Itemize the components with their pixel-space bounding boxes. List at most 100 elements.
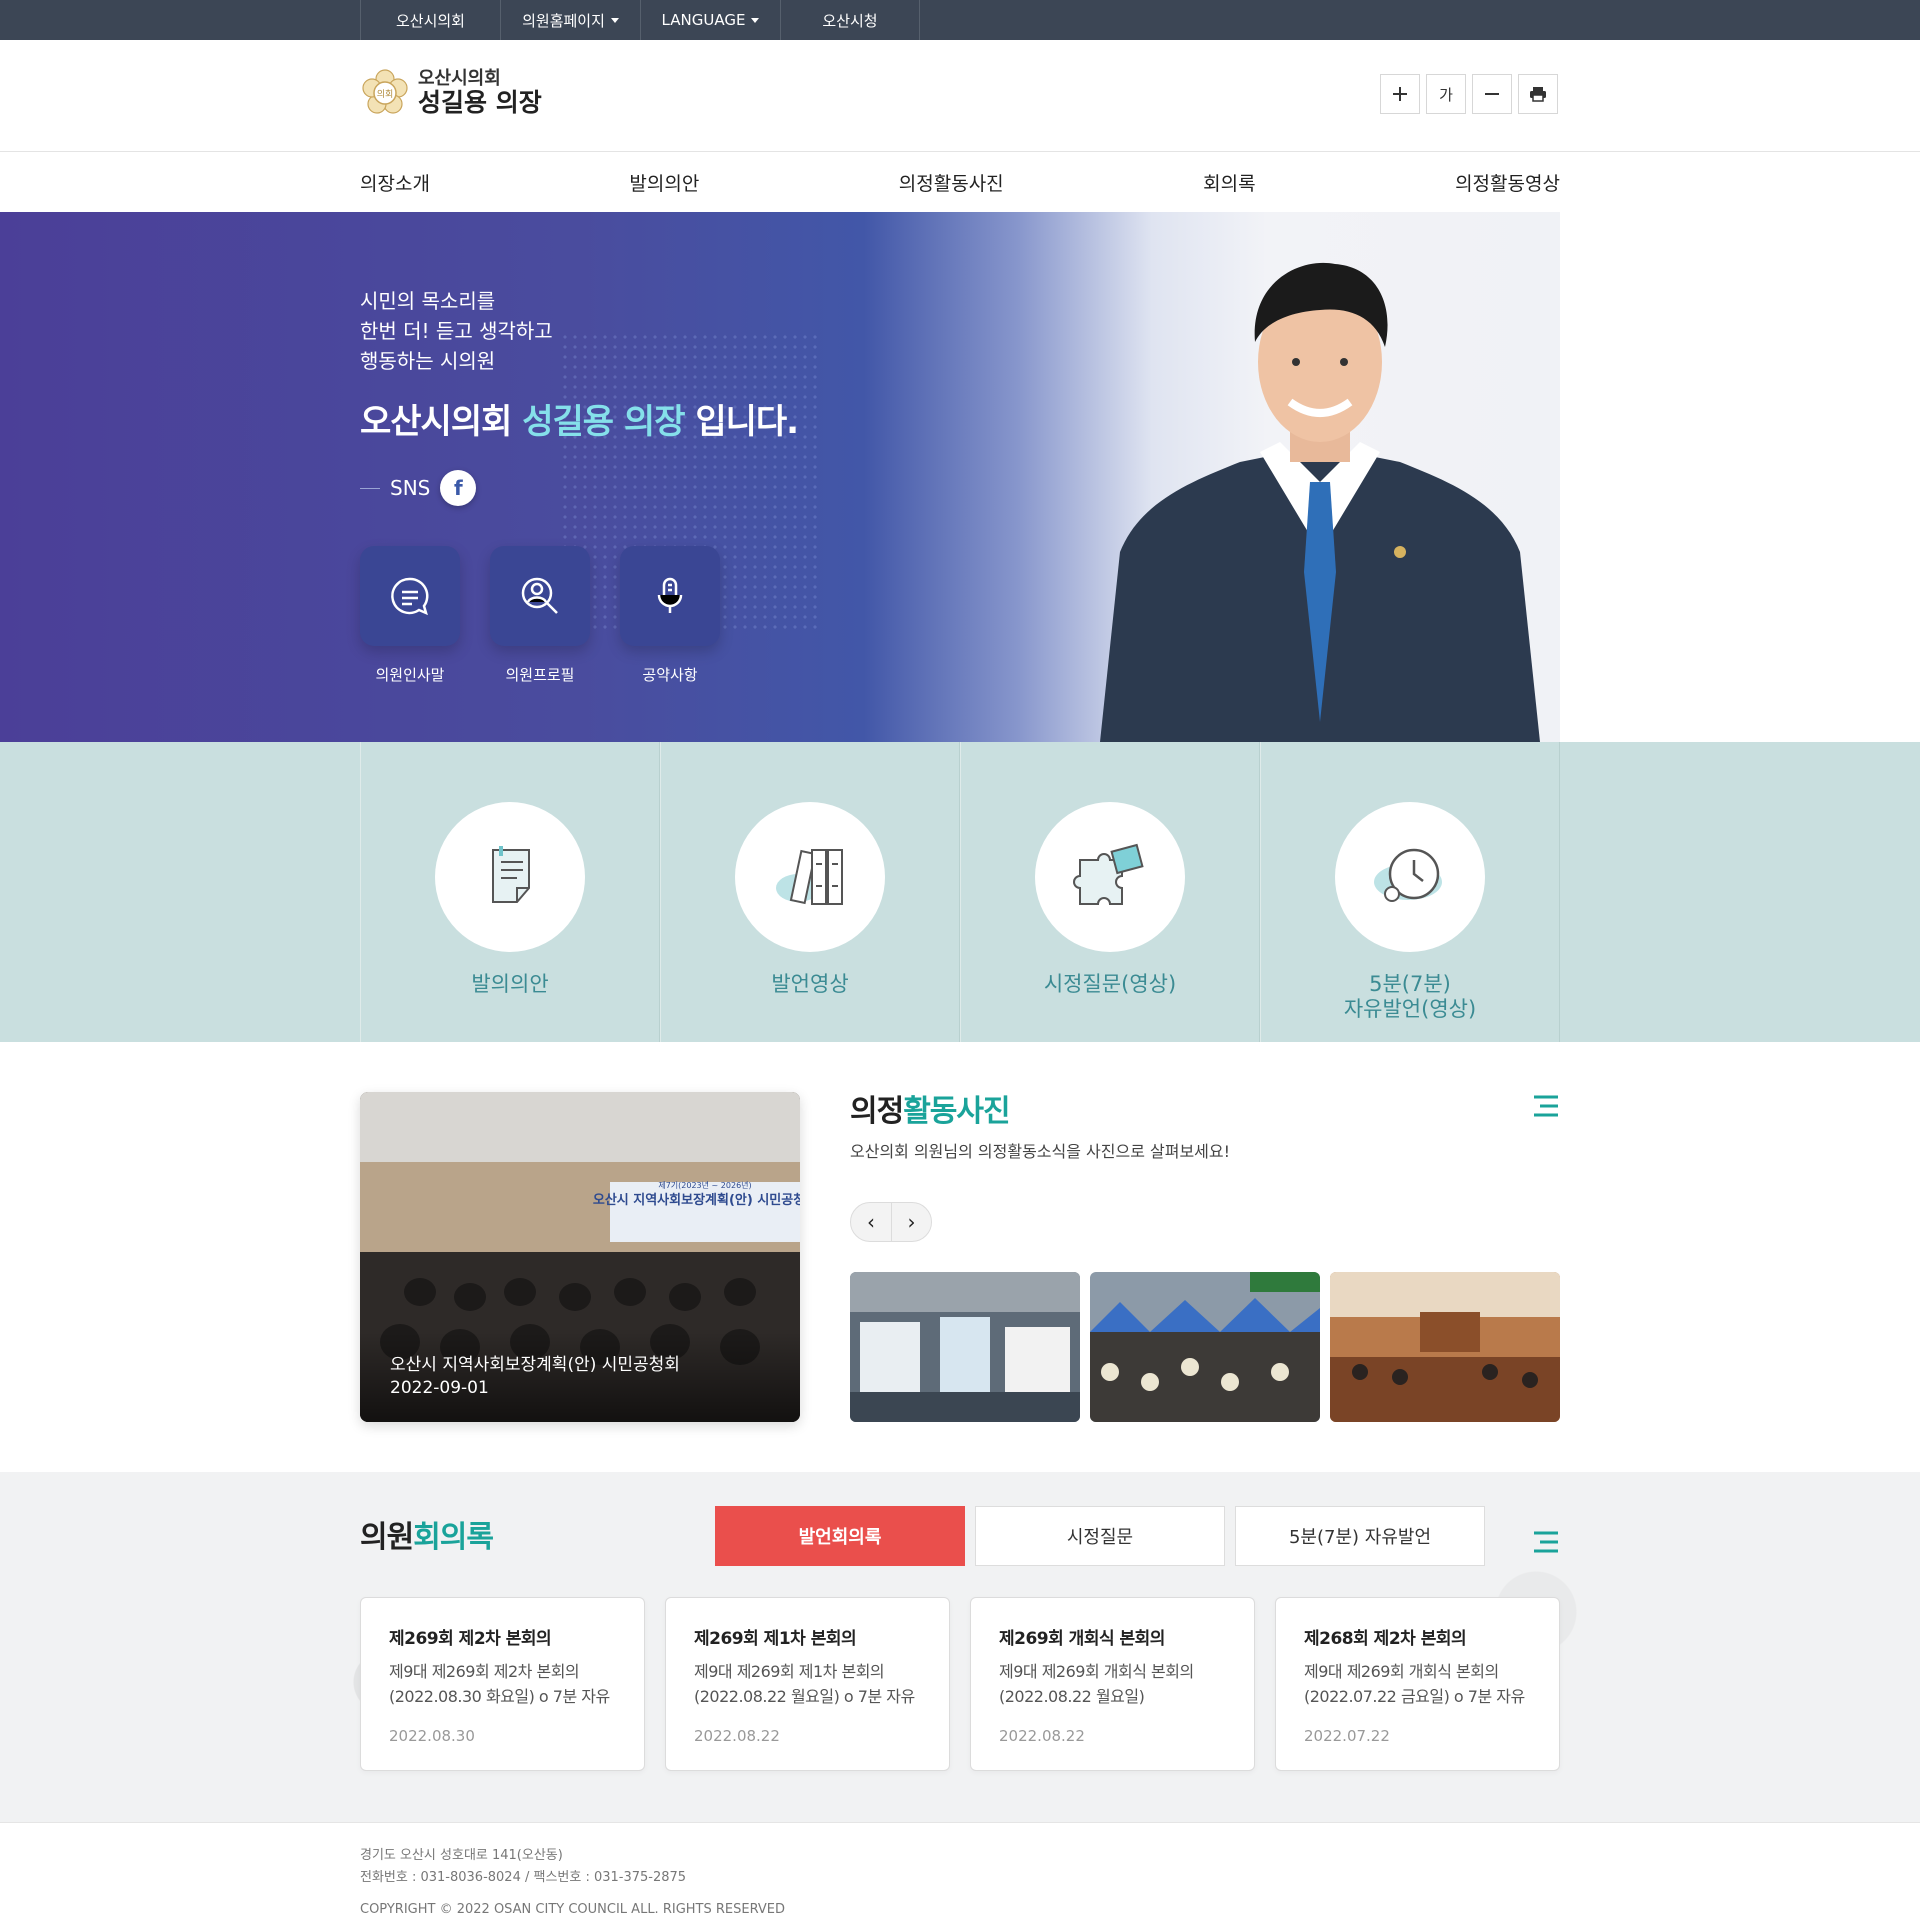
font-reset-button[interactable]: 가 [1426, 74, 1466, 114]
site-footer: 경기도 오산시 성호대로 141(오산동) 전화번호 : 031-8036-80… [0, 1822, 1920, 1929]
logo-subtitle: 오산시의회 [418, 68, 501, 90]
quick-link-label: 의원인사말 [375, 666, 445, 684]
print-icon [1530, 87, 1546, 102]
main-nav-items: 의장소개 발의의안 의정활동사진 회의록 의정활동영상 [360, 153, 1560, 212]
minutes-tabs: 발언회의록 시정질문 5분(7분) 자유발언 [715, 1506, 1485, 1566]
sns-label: SNS [390, 476, 431, 500]
hero-title-prefix: 오산시의회 [360, 402, 523, 442]
accessibility-tools: 가 [1380, 74, 1558, 114]
minutes-card[interactable]: 제268회 제2차 본회의 제9대 제269회 개회식 본회의 (2022.07… [1275, 1597, 1560, 1771]
feature-label: 시정질문(영상) [1043, 972, 1177, 996]
chat-icon [391, 577, 429, 616]
tab-city-questions[interactable]: 시정질문 [975, 1506, 1225, 1566]
title-main: 의정 [850, 1094, 904, 1129]
caret-down-icon [610, 17, 619, 23]
photo-thumbnail[interactable] [1330, 1272, 1560, 1422]
minutes-card[interactable]: 제269회 제2차 본회의 제9대 제269회 제2차 본회의 (2022.08… [360, 1597, 645, 1771]
document-icon [492, 846, 530, 903]
photo-thumbnail[interactable] [1090, 1272, 1320, 1422]
nav-item-bills[interactable]: 발의의안 [629, 169, 699, 196]
utility-links: 오산시의회 의원홈페이지 LANGUAGE 오산시청 [360, 0, 920, 40]
council-seal-icon: 의회 [362, 69, 408, 114]
feature-circle [1335, 802, 1485, 952]
quick-link-greeting[interactable]: 의원인사말 [360, 546, 460, 685]
util-link-member-homepage[interactable]: 의원홈페이지 [500, 0, 640, 40]
chevron-left-icon: ‹ [867, 1210, 875, 1234]
hero-slogan-line: 행동하는 시의원 [360, 349, 496, 373]
next-button[interactable]: › [891, 1203, 931, 1241]
main-activity-photo[interactable]: 오산시 지역사회보장계획(안) 시민공청회 제7기(2023년 ~ 2026년)… [360, 1092, 800, 1422]
banner-text: 오산시 지역사회보장계획(안) 시민공청회 [593, 1192, 800, 1208]
hero-title: 오산시의회 성길용 의장 입니다. [360, 394, 799, 443]
sns-links: SNS f [360, 470, 477, 506]
more-list-icon[interactable] [1532, 1530, 1560, 1554]
zoom-in-button[interactable] [1380, 74, 1420, 114]
util-link-council[interactable]: 오산시의회 [360, 0, 500, 40]
council-chamber-photo [1330, 1272, 1560, 1422]
quick-links: 의원인사말 의원프로필 공약사항 [360, 546, 720, 685]
util-link-city-hall[interactable]: 오산시청 [780, 0, 920, 40]
feature-free-speech-video[interactable]: 5분(7분) 자유발언(영상) [1260, 742, 1560, 1042]
tab-speech-minutes[interactable]: 발언회의록 [715, 1506, 965, 1566]
hero-title-highlight: 성길용 의장 [522, 402, 685, 442]
card-title: 제269회 제1차 본회의 [694, 1629, 857, 1649]
footer-address: 경기도 오산시 성호대로 141(오산동) [360, 1848, 563, 1863]
util-link-label: 오산시청 [822, 11, 878, 30]
nav-item-chairman-intro[interactable]: 의장소개 [360, 169, 430, 196]
zoom-out-icon [1485, 93, 1499, 95]
minutes-title: 의원회의록 [360, 1512, 494, 1556]
util-link-label: 의원홈페이지 [522, 11, 605, 30]
title-accent: 회의록 [413, 1520, 494, 1555]
quick-link-label: 공약사항 [642, 666, 698, 684]
nav-item-minutes[interactable]: 회의록 [1203, 169, 1255, 196]
site-logo[interactable]: 의회 오산시의회 성길용 의장 [360, 68, 542, 118]
card-date: 2022.08.22 [694, 1727, 780, 1745]
main-photo-caption: 오산시 지역사회보장계획(안) 시민공청회 2022-09-01 [390, 1354, 680, 1400]
minutes-card[interactable]: 제269회 개회식 본회의 제9대 제269회 개회식 본회의 (2022.08… [970, 1597, 1255, 1771]
quick-link-pledges[interactable]: 공약사항 [620, 546, 720, 685]
card-title: 제268회 제2차 본회의 [1304, 1629, 1467, 1649]
feature-speech-video[interactable]: 발언영상 [660, 742, 960, 1042]
photo-thumbnails [850, 1272, 1560, 1422]
hero-right-margin [1560, 212, 1920, 742]
card-description: 제9대 제269회 개회식 본회의 (2022.07.22 금요일) o 7분 … [1304, 1662, 1525, 1706]
feature-label: 발언영상 [771, 972, 849, 996]
minutes-card[interactable]: 제269회 제1차 본회의 제9대 제269회 제1차 본회의 (2022.08… [665, 1597, 950, 1771]
util-link-language[interactable]: LANGUAGE [640, 0, 780, 40]
microphone-icon [657, 577, 683, 613]
main-navigation: 의장소개 발의의안 의정활동사진 회의록 의정활동영상 [0, 153, 1920, 212]
more-list-icon[interactable] [1532, 1094, 1560, 1118]
outdoor-event-photo [1090, 1272, 1320, 1422]
nav-item-activity-videos[interactable]: 의정활동영상 [1455, 169, 1560, 196]
photo-thumbnail[interactable] [850, 1272, 1080, 1422]
print-button[interactable] [1518, 74, 1558, 114]
quick-link-profile[interactable]: 의원프로필 [490, 546, 590, 685]
zoom-out-button[interactable] [1472, 74, 1512, 114]
chevron-right-icon: › [907, 1210, 916, 1234]
activity-photos-section: 오산시 지역사회보장계획(안) 시민공청회 제7기(2023년 ~ 2026년)… [0, 1042, 1920, 1472]
utility-bar: 오산시의회 의원홈페이지 LANGUAGE 오산시청 [0, 0, 1920, 40]
nav-item-activity-photos[interactable]: 의정활동사진 [899, 169, 1004, 196]
feature-bills[interactable]: 발의의안 [360, 742, 660, 1042]
card-description: 제9대 제269회 제1차 본회의 (2022.08.22 월요일) o 7분 … [694, 1662, 915, 1706]
caret-down-icon [751, 17, 760, 23]
feature-menu-items: 발의의안 발언영상 시정질문(영상) 5분(7분) 자유발언(영상) [360, 742, 1560, 1042]
activity-photos-title: 의정활동사진 [850, 1086, 1011, 1130]
zoom-in-icon [1393, 87, 1407, 101]
logo-title: 성길용 의장 [418, 88, 542, 118]
footer-phones: 전화번호 : 031-8036-8024 / 팩스번호 : 031-375-28… [360, 1870, 687, 1885]
util-link-label: 오산시의회 [395, 11, 465, 30]
facebook-button[interactable]: f [440, 470, 477, 506]
feature-circle [735, 802, 885, 952]
card-description: 제9대 제269회 제2차 본회의 (2022.08.30 화요일) o 7분 … [389, 1662, 610, 1706]
puzzle-icon [1073, 843, 1144, 905]
prev-button[interactable]: ‹ [851, 1203, 891, 1241]
feature-questions-video[interactable]: 시정질문(영상) [960, 742, 1260, 1042]
footer-info: 경기도 오산시 성호대로 141(오산동) 전화번호 : 031-8036-80… [360, 1845, 785, 1921]
hero-title-suffix: 입니다. [684, 402, 799, 442]
expo-photo [850, 1272, 1080, 1422]
site-header: 의회 오산시의회 성길용 의장 가 [0, 40, 1920, 152]
hero-slogan-line: 한번 더! 듣고 생각하고 [360, 319, 553, 343]
tab-free-speech[interactable]: 5분(7분) 자유발언 [1235, 1506, 1485, 1566]
clock-icon [1374, 848, 1442, 902]
